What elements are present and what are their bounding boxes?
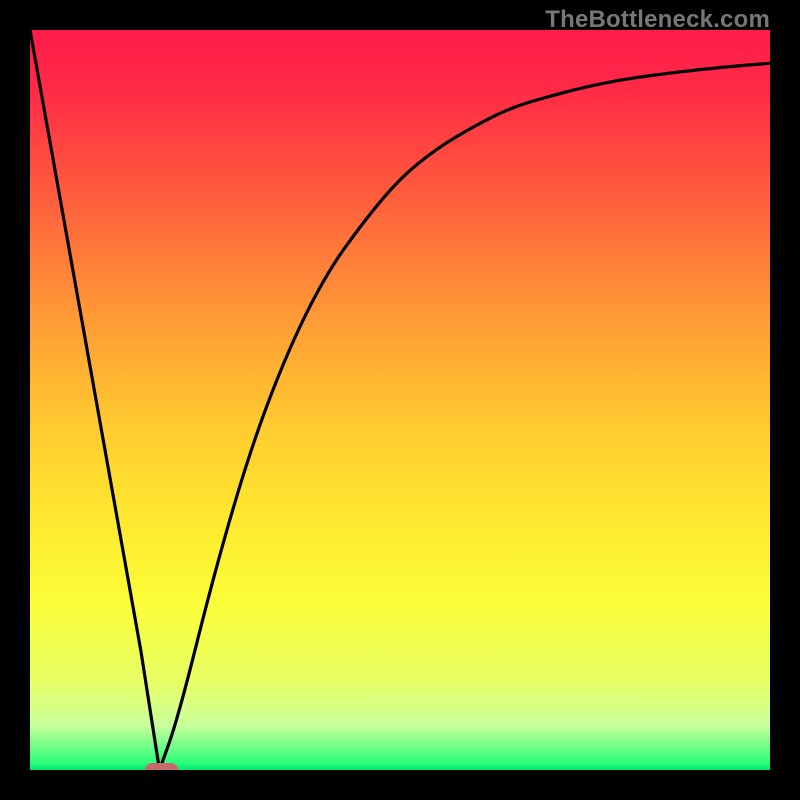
plot-area — [30, 30, 770, 770]
chart-frame: TheBottleneck.com — [0, 0, 800, 800]
bottleneck-marker — [145, 763, 178, 770]
bottleneck-curve — [30, 30, 770, 770]
